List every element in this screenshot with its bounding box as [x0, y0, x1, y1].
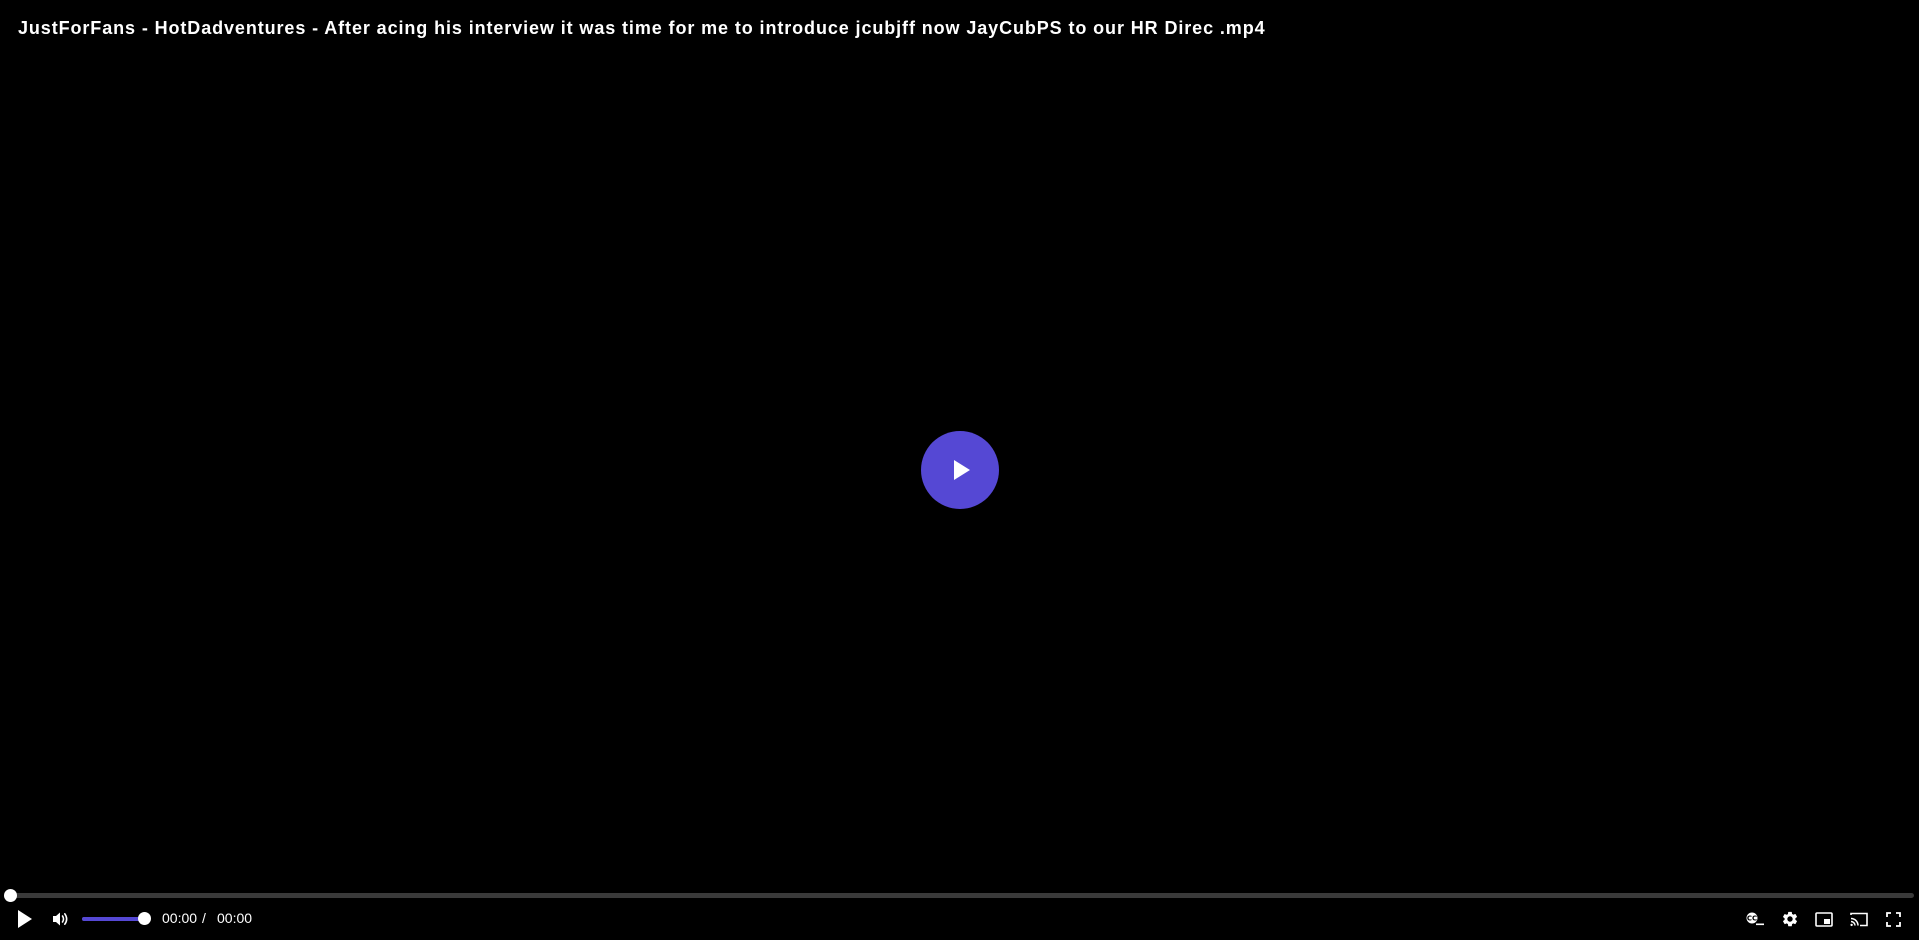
captions-button[interactable]: CC	[1742, 906, 1768, 932]
captions-icon: CC	[1746, 912, 1764, 926]
video-player[interactable]: JustForFans - HotDadventures - After aci…	[0, 0, 1919, 940]
cast-icon	[1850, 912, 1868, 926]
big-play-button[interactable]	[921, 431, 999, 509]
mute-button[interactable]	[48, 906, 74, 932]
volume-handle[interactable]	[138, 912, 151, 925]
control-bar: 00:00 / 00:00 CC	[0, 902, 1919, 936]
settings-button[interactable]	[1777, 906, 1803, 932]
progress-bar[interactable]	[4, 889, 1914, 902]
play-icon	[954, 460, 970, 480]
gear-icon	[1782, 911, 1798, 927]
cast-button[interactable]	[1846, 906, 1872, 932]
duration: 00:00	[217, 910, 253, 926]
picture-in-picture-button[interactable]	[1811, 906, 1837, 932]
fullscreen-icon	[1885, 911, 1901, 927]
volume-icon	[53, 912, 68, 926]
svg-text:CC: CC	[1747, 915, 1757, 923]
time-separator: /	[202, 910, 206, 926]
progress-handle[interactable]	[4, 889, 17, 902]
picture-in-picture-icon	[1815, 911, 1833, 927]
video-title: JustForFans - HotDadventures - After aci…	[18, 18, 1266, 38]
current-time: 00:00	[162, 910, 198, 926]
play-icon	[18, 910, 32, 928]
fullscreen-button[interactable]	[1880, 906, 1906, 932]
volume-fill	[82, 917, 144, 921]
play-button[interactable]	[12, 906, 38, 932]
volume-slider[interactable]	[82, 912, 151, 925]
